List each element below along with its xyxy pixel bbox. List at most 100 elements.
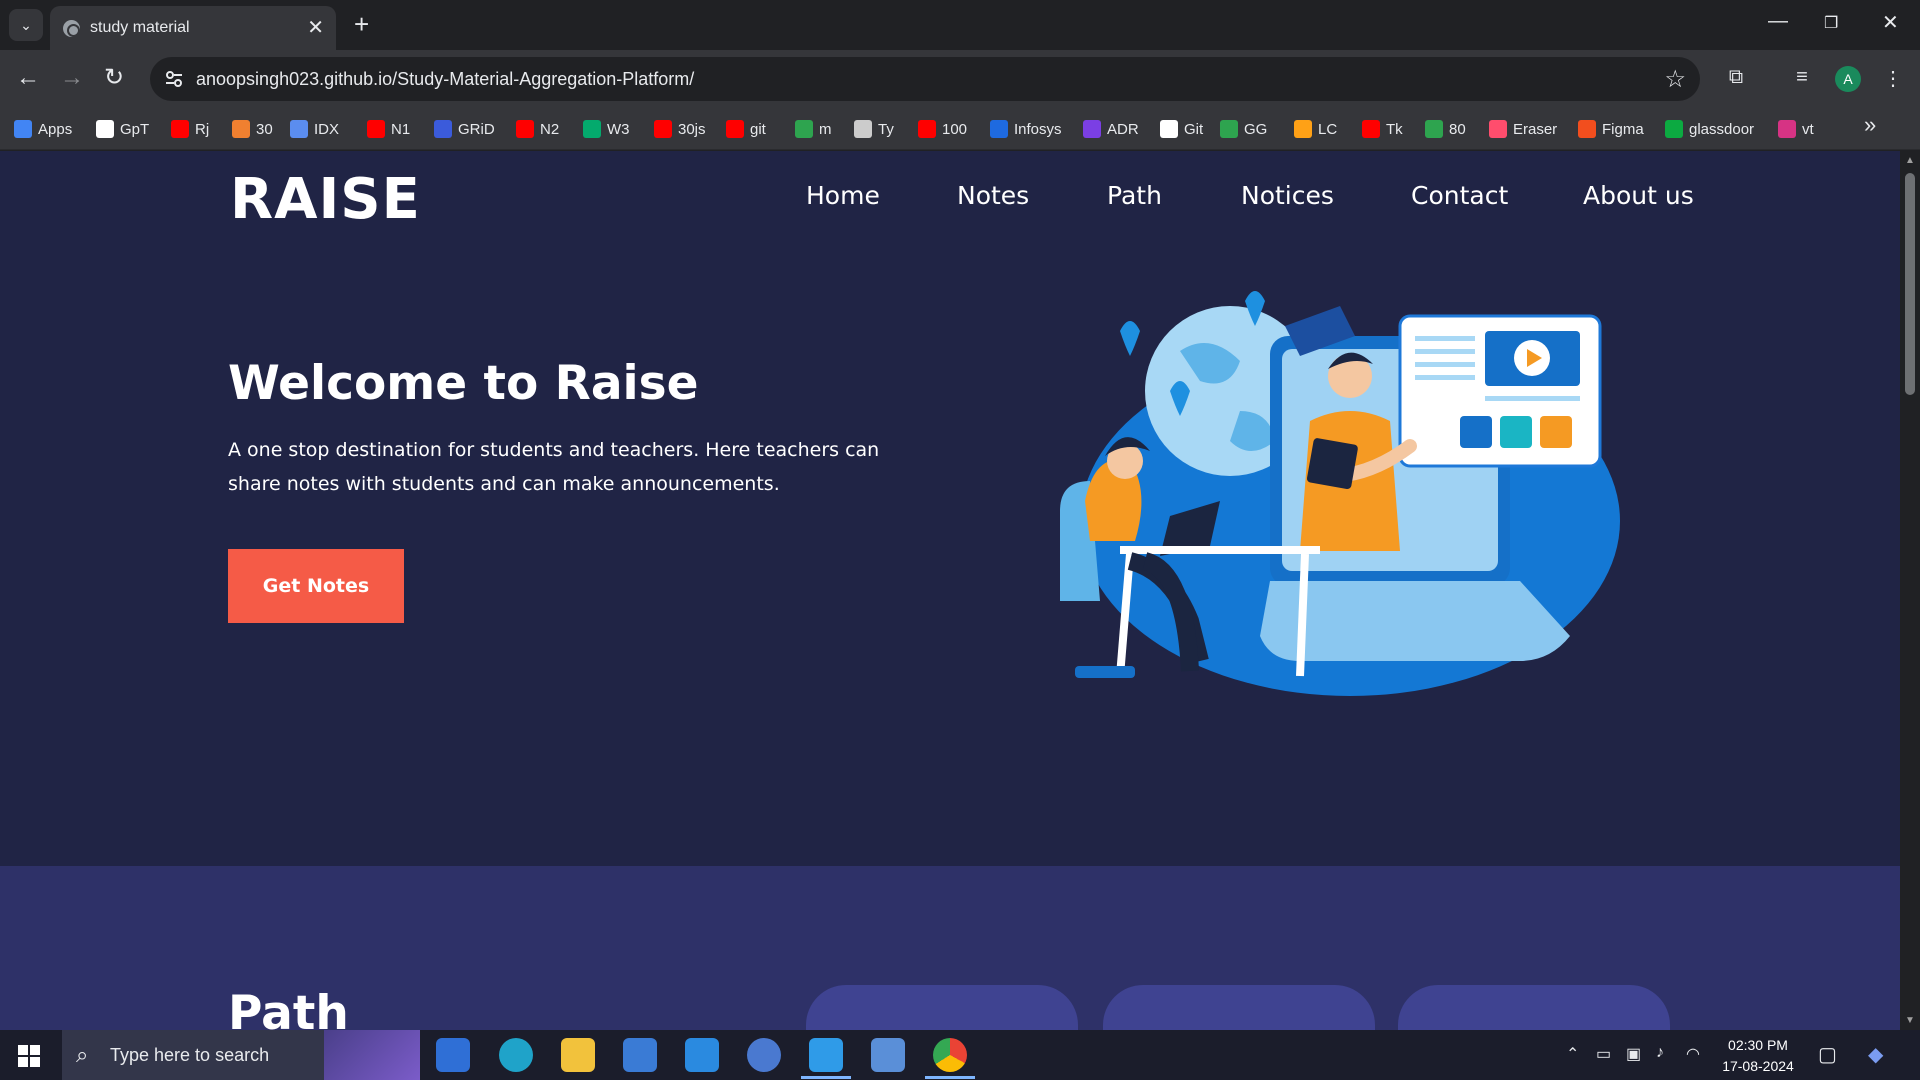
media-control-icon[interactable]: ≡ <box>1789 66 1815 92</box>
bookmark-label: Ty <box>878 120 894 138</box>
bookmark-n1[interactable]: N1 <box>367 118 410 140</box>
clock-date: 17-08-2024 <box>1722 1058 1794 1074</box>
bookmark-idx[interactable]: IDX <box>290 118 339 140</box>
nav-notices[interactable]: Notices <box>1241 181 1334 210</box>
imo-icon[interactable] <box>747 1038 781 1072</box>
online-learning-illustration <box>1060 291 1620 696</box>
bookmark-100[interactable]: 100 <box>918 118 967 140</box>
hero-title: Welcome to Raise <box>228 356 699 411</box>
bookmark-tk[interactable]: Tk <box>1362 118 1403 140</box>
scroll-down-icon[interactable]: ▼ <box>1905 1015 1915 1026</box>
bookmark-vt[interactable]: vt <box>1778 118 1814 140</box>
path-card[interactable] <box>1398 985 1670 1030</box>
get-notes-button[interactable]: Get Notes <box>228 549 404 623</box>
new-tab-button[interactable]: + <box>354 10 369 38</box>
tab-search-button[interactable]: ⌄ <box>9 9 43 41</box>
notifications-icon[interactable]: ▢ <box>1818 1042 1837 1067</box>
bookmark-rj[interactable]: Rj <box>171 118 209 140</box>
bookmark-git[interactable]: git <box>726 118 766 140</box>
bookmark-label: 30 <box>256 120 273 138</box>
taskbar-search[interactable]: ⌕ Type here to search <box>62 1030 420 1080</box>
bookmark-git[interactable]: Git <box>1160 118 1203 140</box>
site-logo[interactable]: RAISE <box>230 167 421 232</box>
minimize-icon[interactable]: — <box>1768 10 1788 33</box>
nav-contact[interactable]: Contact <box>1411 181 1508 210</box>
scrollbar-thumb[interactable] <box>1905 173 1915 395</box>
show-hidden-icons-icon[interactable]: ⌃ <box>1566 1044 1579 1064</box>
nav-about-us[interactable]: About us <box>1583 181 1694 210</box>
bookmark-label: ADR <box>1107 120 1139 138</box>
bookmark-favicon-icon <box>795 120 813 138</box>
browser-tab[interactable]: study material ✕ <box>50 6 336 50</box>
extensions-icon[interactable]: ⧉ <box>1723 66 1749 92</box>
bookmark-apps[interactable]: Apps <box>14 118 72 140</box>
url-text: anoopsingh023.github.io/Study-Material-A… <box>196 69 695 89</box>
site-info-icon[interactable] <box>164 69 184 89</box>
bookmark-lc[interactable]: LC <box>1294 118 1337 140</box>
bookmark-label: 80 <box>1449 120 1466 138</box>
back-icon[interactable]: ← <box>16 64 40 92</box>
bookmark-favicon-icon <box>232 120 250 138</box>
network-status-icon[interactable]: ▣ <box>1626 1044 1641 1064</box>
nav-home[interactable]: Home <box>806 181 880 210</box>
address-bar[interactable]: anoopsingh023.github.io/Study-Material-A… <box>150 57 1700 101</box>
menu-icon[interactable]: ⋮ <box>1880 66 1906 92</box>
bookmark-label: Rj <box>195 120 210 138</box>
edge-icon[interactable] <box>499 1038 533 1072</box>
page-scrollbar[interactable]: ▲ ▼ <box>1900 151 1920 1030</box>
bookmark-w3[interactable]: W3 <box>583 118 630 140</box>
store-icon[interactable] <box>623 1038 657 1072</box>
close-tab-icon[interactable]: ✕ <box>307 15 324 40</box>
forward-icon[interactable]: → <box>60 64 84 92</box>
folder-icon[interactable] <box>561 1038 595 1072</box>
wifi-icon[interactable]: ◠ <box>1686 1044 1700 1064</box>
file-explorer-window-icon[interactable] <box>436 1038 470 1072</box>
reload-icon[interactable]: ↻ <box>104 64 124 92</box>
windows-start-icon[interactable] <box>18 1045 40 1067</box>
bookmark-favicon-icon <box>990 120 1008 138</box>
bookmark-adr[interactable]: ADR <box>1083 118 1139 140</box>
bookmark-80[interactable]: 80 <box>1425 118 1466 140</box>
nav-notes[interactable]: Notes <box>957 181 1029 210</box>
path-card[interactable] <box>806 985 1078 1030</box>
more-bookmarks-icon[interactable]: » <box>1864 112 1876 138</box>
bookmark-m[interactable]: m <box>795 118 832 140</box>
clock-time: 02:30 PM <box>1728 1037 1788 1053</box>
bookmark-30[interactable]: 30 <box>232 118 273 140</box>
remote-desktop-icon[interactable] <box>871 1038 905 1072</box>
mail-icon[interactable] <box>685 1038 719 1072</box>
vscode-icon[interactable] <box>809 1038 843 1072</box>
bookmark-grid[interactable]: GRiD <box>434 118 495 140</box>
profile-avatar[interactable]: A <box>1835 66 1861 92</box>
bookmark-favicon-icon <box>1294 120 1312 138</box>
bookmark-favicon-icon <box>854 120 872 138</box>
bookmark-figma[interactable]: Figma <box>1578 118 1644 140</box>
bookmark-infosys[interactable]: Infosys <box>990 118 1062 140</box>
bookmark-favicon-icon <box>96 120 114 138</box>
chrome-icon[interactable] <box>933 1038 967 1072</box>
close-window-icon[interactable]: ✕ <box>1882 10 1899 35</box>
volume-icon[interactable]: ♪ <box>1656 1044 1664 1062</box>
bookmark-n2[interactable]: N2 <box>516 118 559 140</box>
battery-icon[interactable]: ▭ <box>1596 1044 1611 1064</box>
restore-icon[interactable]: ❐ <box>1824 13 1838 33</box>
bookmark-star-icon[interactable]: ☆ <box>1664 65 1686 94</box>
bookmark-gg[interactable]: GG <box>1220 118 1267 140</box>
copilot-icon[interactable]: ◆ <box>1868 1042 1883 1067</box>
scroll-up-icon[interactable]: ▲ <box>1905 155 1915 166</box>
bookmark-30js[interactable]: 30js <box>654 118 706 140</box>
bookmark-ty[interactable]: Ty <box>854 118 894 140</box>
site-header: RAISE Home Notes Path Notices Contact Ab… <box>0 151 1900 261</box>
bookmark-label: Figma <box>1602 120 1644 138</box>
browser-tab-strip: ⌄ study material ✕ + — ❐ ✕ <box>0 0 1920 50</box>
bookmark-label: Apps <box>38 120 73 138</box>
bookmark-glassdoor[interactable]: glassdoor <box>1665 118 1754 140</box>
bookmark-favicon-icon <box>1160 120 1178 138</box>
nav-path[interactable]: Path <box>1107 181 1162 210</box>
path-card[interactable] <box>1103 985 1375 1030</box>
bookmark-label: glassdoor <box>1689 120 1755 138</box>
bookmark-favicon-icon <box>583 120 601 138</box>
taskbar-clock[interactable]: 02:30 PM 17-08-2024 <box>1710 1035 1806 1077</box>
bookmark-gpt[interactable]: GpT <box>96 118 149 140</box>
bookmark-eraser[interactable]: Eraser <box>1489 118 1557 140</box>
